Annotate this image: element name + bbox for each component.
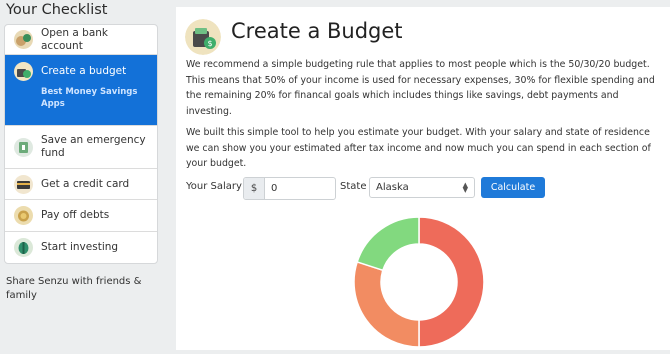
emergency-fund-icon xyxy=(14,137,33,157)
svg-text:$: $ xyxy=(207,39,212,48)
slice-flexible-spending xyxy=(353,260,420,348)
select-arrows-icon: ▲ ▼ xyxy=(462,181,468,194)
state-select[interactable]: Alaska ▲ ▼ xyxy=(369,177,475,198)
calculate-button[interactable]: Calculate xyxy=(481,177,545,198)
investing-icon xyxy=(14,238,33,257)
sidebar-item-label: Start investing xyxy=(41,241,119,253)
sidebar-item-label: Create a budget xyxy=(41,65,127,77)
sidebar-item-emergency-fund[interactable]: Save an emergency fund xyxy=(5,126,157,169)
sidebar-item-start-investing[interactable]: Start investing xyxy=(5,232,157,263)
budget-wallet-icon: $ xyxy=(185,19,221,55)
slice-financial-goals xyxy=(356,216,420,272)
sidebar-item-label: Pay off debts xyxy=(41,209,110,221)
sidebar-item-label: Open a bank account xyxy=(41,26,108,52)
state-label: State xyxy=(340,181,367,192)
salary-label: Your Salary xyxy=(186,181,242,192)
checklist-list: Open a bank account Create a budget Best… xyxy=(4,24,158,264)
budget-form: Your Salary $ State Alaska ▲▼ Calculate xyxy=(186,177,666,200)
share-link[interactable]: Share Senzu with friends & family xyxy=(6,275,156,303)
sidebar-sub-link[interactable]: Best Money Savings Apps xyxy=(5,86,157,110)
debts-icon xyxy=(14,206,33,225)
checklist-sidebar: Your Checklist Open a bank account Creat… xyxy=(0,0,164,350)
budget-panel: $ Create a Budget We recommend a simple … xyxy=(176,7,670,350)
currency-addon: $ xyxy=(244,178,265,199)
budget-donut-chart xyxy=(353,216,485,348)
sidebar-item-open-bank-account[interactable]: Open a bank account xyxy=(5,25,157,55)
salary-input-group: $ xyxy=(243,177,336,200)
salary-input[interactable] xyxy=(265,178,333,199)
page-title: Create a Budget xyxy=(231,19,403,43)
bank-account-icon xyxy=(14,30,33,49)
sidebar-item-label: Save an emergency fund xyxy=(41,134,146,159)
credit-card-icon xyxy=(14,174,33,194)
sidebar-title: Your Checklist xyxy=(6,2,108,18)
tool-description: We built this simple tool to help you es… xyxy=(186,127,651,169)
sidebar-item-credit-card[interactable]: Get a credit card xyxy=(5,169,157,200)
sidebar-item-label: Get a credit card xyxy=(41,177,130,190)
sidebar-item-pay-off-debts[interactable]: Pay off debts xyxy=(5,200,157,232)
budget-rule-description: We recommend a simple budgeting rule tha… xyxy=(186,59,655,117)
budget-icon xyxy=(14,62,33,81)
slice-necessary-expenses xyxy=(418,216,485,348)
state-select-value: Alaska xyxy=(376,182,409,193)
sidebar-item-create-budget[interactable]: Create a budget Best Money Savings Apps xyxy=(5,55,157,126)
